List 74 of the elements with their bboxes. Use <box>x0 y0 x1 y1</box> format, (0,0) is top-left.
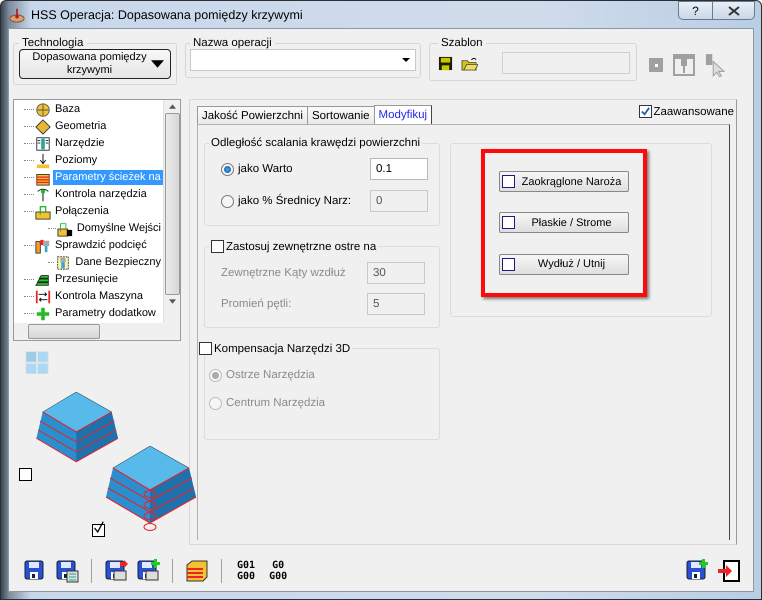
limits-icon <box>35 288 51 304</box>
group-label: Nazwa operacji <box>192 37 273 49</box>
radio-label: Centrum Narzędzia <box>226 397 326 409</box>
folder-icon <box>56 220 73 236</box>
close-icon <box>728 6 740 16</box>
plus-icon <box>35 306 51 322</box>
toggle-button[interactable]: Płaskie / Strome <box>499 212 629 234</box>
arrow-down-icon <box>35 152 51 168</box>
horizontal-scrollbar[interactable] <box>14 322 180 340</box>
tree-item[interactable]: Dane Bezpieczny <box>73 255 163 270</box>
window-title: HSS Operacja: Dopasowana pomiędzy krzywymi <box>31 8 303 22</box>
app-icon <box>9 6 25 22</box>
radio-button[interactable] <box>209 368 222 382</box>
tree-item[interactable]: Narzędzie <box>53 136 107 151</box>
tab[interactable]: Sortowanie <box>306 106 375 124</box>
radio-label: Ostrze Narzędzia <box>226 369 315 381</box>
tree-item[interactable]: Kontrola narzędzia <box>53 187 149 202</box>
scroll-up-icon[interactable] <box>168 104 176 109</box>
tab[interactable]: Jakość Powierzchni <box>197 106 308 124</box>
gcode-button[interactable]: G0 G00 <box>266 560 290 582</box>
tree-item[interactable]: Geometria <box>53 119 108 134</box>
checkbox[interactable] <box>199 342 212 355</box>
tree-item[interactable]: Poziomy <box>53 153 100 168</box>
tree-item[interactable]: Przesunięcie <box>53 272 120 287</box>
tree-item[interactable]: Domyślne Wejści <box>74 221 163 236</box>
technology-dropdown[interactable]: Dopasowana pomiędzy krzywymi <box>19 49 171 79</box>
export-icon[interactable] <box>104 559 128 583</box>
folder-icon[interactable] <box>461 56 478 70</box>
cutter-icon <box>35 238 51 254</box>
template-field[interactable] <box>502 52 630 74</box>
checkbox-label: Zaawansowane <box>653 106 734 118</box>
gcode-button[interactable]: G01 G00 <box>234 560 258 582</box>
caret-icon <box>402 58 410 62</box>
checkbox[interactable] <box>211 240 224 253</box>
add-icon[interactable] <box>136 559 160 583</box>
checkbox[interactable] <box>92 524 105 538</box>
layers-icon[interactable] <box>185 559 209 583</box>
checkbox-label: Kompensacja Narzędzi 3D <box>214 342 350 354</box>
tool-icon <box>35 186 51 202</box>
group-label: Szablon <box>440 37 484 49</box>
scroll-down-icon[interactable] <box>168 299 176 304</box>
group-label: Technologia <box>21 37 84 49</box>
value-field[interactable]: 0.1 <box>370 158 428 180</box>
radio-label: jako Warto <box>238 163 294 175</box>
group-label: Odległość scalania krawędzi powierzchni <box>211 137 420 149</box>
square-icon[interactable] <box>649 58 663 72</box>
cutter-icon <box>55 254 72 270</box>
exit-icon[interactable] <box>717 559 741 583</box>
checkbox-label: Zastosuj zewnętrzne ostre na <box>226 240 376 252</box>
field-label: Promień pętli: <box>221 298 292 310</box>
folder-icon <box>35 204 51 220</box>
field-label: Zewnętrzne Kąty wzdłuż <box>221 266 347 278</box>
tree-item[interactable]: Połączenia <box>53 204 111 219</box>
close-button[interactable] <box>712 1 755 20</box>
tree-item[interactable]: Baza <box>53 102 82 117</box>
radio-label: jako % Średnicy Narz: <box>238 195 352 207</box>
radio-button[interactable] <box>209 396 222 410</box>
help-button[interactable]: ? <box>678 1 712 20</box>
save-icon[interactable] <box>438 56 453 70</box>
toggle-button[interactable]: Wydłuż / Utnij <box>499 254 629 275</box>
diamond-icon <box>35 118 51 134</box>
vertical-scrollbar[interactable] <box>163 100 180 323</box>
radio-button[interactable] <box>221 162 234 176</box>
tree-item[interactable]: Parametry dodatkow <box>53 306 158 321</box>
caret-icon <box>151 60 164 68</box>
tool-icon <box>35 136 51 152</box>
checkbox[interactable] <box>19 468 32 482</box>
toggle-button[interactable]: Zaokrąglone Naroża <box>499 171 629 192</box>
tree-item[interactable]: Sprawdzić podcięć <box>53 238 149 253</box>
tab[interactable]: Modyfikuj <box>374 105 432 124</box>
target-icon <box>35 102 51 118</box>
tree-item[interactable]: Kontrola Maszyna <box>53 289 146 304</box>
save-table-icon[interactable] <box>55 559 79 583</box>
checkbox[interactable] <box>639 105 652 118</box>
